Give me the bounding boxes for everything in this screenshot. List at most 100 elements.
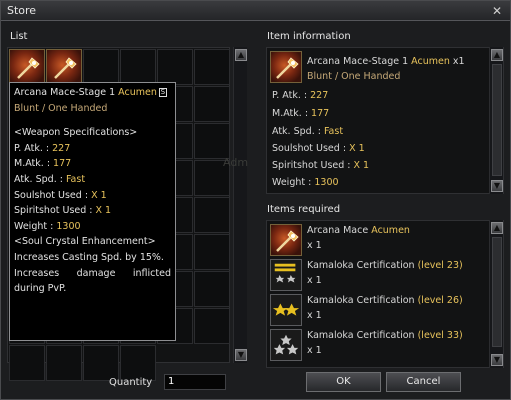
empty-slot[interactable] [9, 345, 45, 381]
required-item-qty: x 1 [307, 240, 322, 251]
certification-graphic [273, 334, 299, 355]
empty-slot[interactable] [83, 49, 119, 85]
certification-icon [270, 259, 302, 291]
item-slot-arcana-mace[interactable] [9, 49, 45, 85]
tooltip-sa-text: Increases damage inflicted [14, 267, 171, 279]
item-slot-2[interactable] [46, 49, 82, 85]
required-item-name: Arcana Mace Acumen [307, 225, 410, 236]
empty-slot[interactable] [194, 197, 230, 233]
stat-label: Soulshot Used : [272, 143, 347, 154]
item-info-panel: Arcana Mace-Stage 1 Acumen x1 Blunt / On… [266, 47, 504, 194]
required-item: Kamaloka Certification (level 26) x 1 [270, 294, 488, 329]
certification-graphic [272, 303, 300, 316]
required-item-qty: x 1 [307, 275, 322, 286]
empty-slot[interactable] [194, 271, 230, 307]
scroll-down-icon[interactable]: ▼ [235, 349, 247, 361]
certification-icon [270, 294, 302, 326]
item-level: (level 26) [417, 295, 463, 306]
list-label: List [10, 31, 28, 42]
info-stat: Atk. Spd. : Fast [272, 126, 343, 137]
item-tooltip: Arcana Mace-Stage 1 Acumen S Blunt / One … [9, 82, 176, 341]
tooltip-sa-text: Increases Casting Spd. by 15%. [14, 251, 164, 263]
empty-slot[interactable] [120, 345, 156, 381]
mace-icon [270, 51, 302, 83]
info-item-qty: x1 [452, 56, 465, 67]
stat-value: X 1 [91, 189, 107, 201]
empty-slot[interactable] [46, 345, 82, 381]
scroll-down-icon[interactable]: ▼ [491, 180, 503, 192]
tooltip-grade: Acumen [118, 87, 157, 98]
empty-slot[interactable] [194, 86, 230, 122]
scroll-up-icon[interactable]: ▲ [491, 222, 503, 234]
required-item: Arcana Mace Acumen x 1 [270, 224, 488, 259]
scroll-thumb[interactable] [492, 64, 502, 176]
item-info-label: Item information [267, 31, 351, 42]
tooltip-sa-header: <Soul Crystal Enhancement> [14, 236, 156, 248]
info-item-name: Arcana Mace-Stage 1 [307, 56, 409, 67]
mace-icon [17, 57, 40, 79]
stat-label: M.Atk. : [14, 158, 51, 170]
stat-label: P. Atk. : [14, 142, 50, 154]
stat-value: 227 [52, 142, 71, 154]
stat-value: 177 [53, 158, 72, 170]
item-name: Arcana Mace [307, 225, 369, 236]
tooltip-stat: Spiritshot Used : X 1 [14, 203, 171, 219]
scroll-down-icon[interactable]: ▼ [491, 354, 503, 366]
empty-slot[interactable] [194, 234, 230, 270]
quantity-input[interactable]: 1 [164, 374, 226, 390]
mace-graphic [276, 57, 299, 79]
info-stat: M.Atk. : 177 [272, 108, 329, 119]
s-grade-badge: S [158, 88, 167, 97]
ok-button[interactable]: OK [306, 372, 381, 392]
tooltip-stat: Soulshot Used : X 1 [14, 188, 171, 204]
stat-label: P. Atk. : [272, 90, 308, 101]
empty-slot[interactable] [120, 49, 156, 85]
info-stat: Soulshot Used : X 1 [272, 143, 365, 154]
mace-icon [54, 57, 77, 79]
stat-label: Spiritshot Used : [14, 205, 93, 217]
info-stat: Spiritshot Used : X 1 [272, 160, 369, 171]
mace-icon [270, 224, 302, 256]
stat-value: 227 [310, 90, 329, 101]
empty-slot[interactable] [157, 49, 193, 85]
mace-graphic [276, 230, 299, 252]
stat-value: Fast [65, 173, 86, 185]
stat-value: 177 [311, 108, 330, 119]
info-scrollbar[interactable]: ▲ ▼ [489, 47, 503, 194]
certification-icon [270, 329, 302, 361]
required-item-qty: x 1 [307, 345, 322, 356]
close-icon[interactable]: ✕ [490, 4, 504, 18]
stat-label: Atk. Spd. : [272, 126, 321, 137]
tooltip-item-name: Arcana Mace-Stage 1 [14, 87, 116, 98]
item-level: (level 33) [417, 330, 463, 341]
list-scrollbar[interactable]: ▲ ▼ [233, 47, 247, 363]
tooltip-stat: P. Atk. : 227 [14, 141, 171, 157]
info-item-title: Arcana Mace-Stage 1 Acumen x1 [307, 56, 465, 67]
tooltip-stat: Atk. Spd. : Fast [14, 172, 171, 188]
info-item-grade: Acumen [411, 56, 450, 67]
scroll-thumb[interactable] [492, 237, 502, 347]
empty-slot[interactable] [194, 308, 230, 344]
empty-slot[interactable] [83, 345, 119, 381]
info-stat: P. Atk. : 227 [272, 90, 328, 101]
stat-value: X 1 [353, 160, 370, 171]
required-scrollbar[interactable]: ▲ ▼ [489, 220, 503, 368]
item-grade: Acumen [371, 225, 410, 236]
required-item: Kamaloka Certification (level 23) x 1 [270, 259, 488, 294]
required-item-name: Kamaloka Certification (level 23) [307, 260, 463, 271]
tooltip-title: Arcana Mace-Stage 1 Acumen S [14, 85, 171, 101]
scroll-up-icon[interactable]: ▲ [235, 49, 247, 61]
background-text: Adm [223, 156, 249, 169]
empty-slot[interactable] [194, 123, 230, 159]
cancel-button[interactable]: Cancel [386, 372, 461, 392]
scroll-up-icon[interactable]: ▲ [491, 49, 503, 61]
item-level: (level 23) [417, 260, 463, 271]
empty-slot[interactable] [194, 49, 230, 85]
title-bar[interactable]: Store ✕ [1, 1, 510, 21]
tooltip-type: Blunt / One Handed [14, 102, 108, 114]
tooltip-stat: Weight : 1300 [14, 219, 171, 235]
tooltip-sa-text: during PvP. [14, 283, 67, 295]
stat-label: Weight : [14, 220, 54, 232]
stat-label: Weight : [272, 177, 312, 188]
